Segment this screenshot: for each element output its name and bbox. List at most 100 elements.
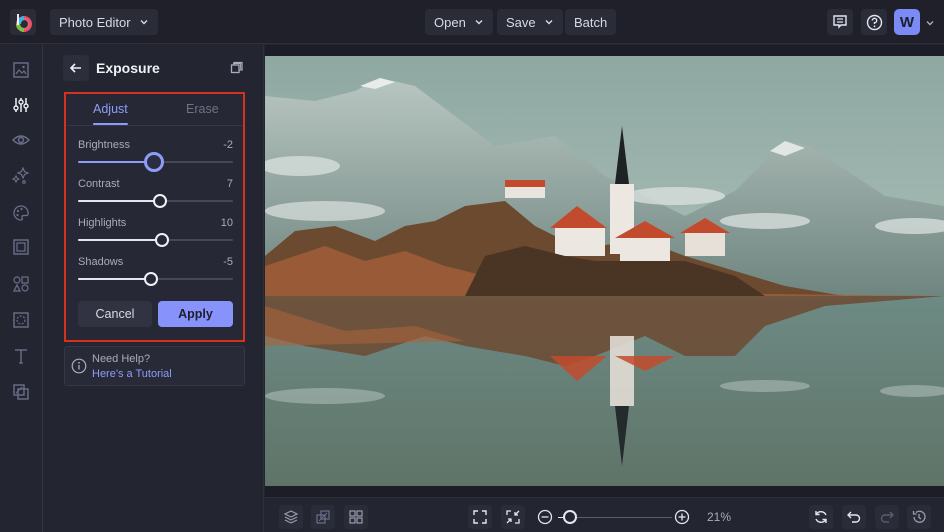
- arrow-left-icon: [69, 63, 81, 73]
- nav-text[interactable]: [10, 345, 32, 367]
- reset-button[interactable]: [809, 505, 833, 529]
- palette-icon: [13, 205, 29, 221]
- open-button[interactable]: Open: [425, 9, 493, 35]
- tutorial-link[interactable]: Here's a Tutorial: [92, 368, 172, 380]
- sliders-icon: [13, 98, 29, 112]
- nav-textures[interactable]: [10, 309, 32, 331]
- highlights-track[interactable]: [78, 233, 233, 247]
- church-wing: [620, 236, 670, 261]
- save-label: Save: [506, 14, 536, 30]
- actual-size-button[interactable]: [501, 505, 525, 529]
- shapes-icon: [13, 276, 29, 292]
- shadows-value: -5: [223, 256, 233, 268]
- nav-artsy[interactable]: [10, 202, 32, 224]
- cloud: [625, 187, 725, 205]
- duplicate-icon[interactable]: [230, 60, 244, 74]
- undo-icon: [847, 511, 861, 523]
- cloud: [265, 201, 385, 221]
- sparkle-icon: [12, 167, 30, 184]
- nav-touch-up[interactable]: [10, 165, 32, 187]
- zoom-value: 21%: [707, 510, 732, 524]
- feedback-button[interactable]: [827, 9, 853, 35]
- refresh-icon: [815, 511, 827, 523]
- nav-image[interactable]: [10, 59, 32, 81]
- nav-frames[interactable]: [10, 236, 32, 258]
- contrast-label: Contrast: [78, 178, 120, 190]
- help-box: Need Help? Here's a Tutorial: [64, 346, 245, 386]
- chevron-down-icon: [140, 20, 148, 25]
- help-button[interactable]: [861, 9, 887, 35]
- shadows-thumb[interactable]: [143, 272, 158, 286]
- compare-icon: [316, 510, 330, 524]
- highlights-label: Highlights: [78, 217, 127, 229]
- back-button[interactable]: [63, 55, 89, 81]
- frame-icon: [13, 239, 29, 255]
- zoom-slider-thumb[interactable]: [563, 510, 577, 524]
- brightness-value: -2: [223, 139, 233, 151]
- castle-roof: [505, 180, 545, 187]
- nav-graphics[interactable]: [10, 273, 32, 295]
- info-icon: [71, 358, 87, 374]
- redo-icon: [880, 511, 894, 523]
- redo-button[interactable]: [875, 505, 899, 529]
- active-tab-indicator: [93, 123, 128, 125]
- user-avatar[interactable]: W: [894, 9, 920, 35]
- logo-icon: [16, 14, 32, 32]
- zoom-in-icon: [674, 509, 690, 525]
- contrast-value: 7: [226, 178, 233, 190]
- nav-edit[interactable]: [10, 94, 32, 116]
- shrink-icon: [506, 510, 520, 524]
- zoom-out-button[interactable]: [533, 505, 557, 529]
- expand-icon: [473, 510, 487, 524]
- cloud: [720, 213, 810, 229]
- grid-button[interactable]: [344, 505, 368, 529]
- compare-button[interactable]: [311, 505, 335, 529]
- contrast-thumb[interactable]: [153, 194, 168, 208]
- history-button[interactable]: [907, 505, 931, 529]
- history-icon: [912, 510, 926, 523]
- app-menu-button[interactable]: Photo Editor: [50, 9, 158, 35]
- brightness-fill: [78, 161, 154, 163]
- apply-button[interactable]: Apply: [158, 301, 233, 327]
- brightness-track[interactable]: [78, 152, 233, 172]
- highlights-fill: [78, 239, 162, 241]
- chat-icon: [833, 15, 847, 29]
- texture-icon: [13, 312, 29, 328]
- contrast-track[interactable]: [78, 194, 233, 208]
- chevron-down-icon[interactable]: [925, 18, 935, 28]
- tab-erase[interactable]: Erase: [186, 102, 219, 116]
- batch-label: Batch: [574, 14, 608, 30]
- shadows-track[interactable]: [78, 272, 233, 286]
- bottom-toolbar: 21%: [265, 497, 944, 532]
- chevron-down-icon: [545, 20, 553, 25]
- image-icon: [13, 62, 29, 78]
- tab-adjust[interactable]: Adjust: [93, 102, 128, 116]
- save-button[interactable]: Save: [497, 9, 563, 35]
- top-bar: Photo Editor Open Save Batch W: [0, 0, 944, 44]
- app-logo[interactable]: [10, 9, 36, 35]
- zoom-in-button[interactable]: [670, 505, 694, 529]
- layers-button[interactable]: [279, 505, 303, 529]
- shadows-label: Shadows: [78, 256, 124, 268]
- help-title: Need Help?: [92, 353, 151, 365]
- photo-canvas[interactable]: [265, 56, 944, 486]
- question-icon: [866, 14, 882, 30]
- shadows-fill: [78, 278, 151, 280]
- highlights-thumb[interactable]: [154, 233, 169, 247]
- layers-icon: [283, 510, 299, 524]
- brightness-thumb[interactable]: [143, 152, 164, 172]
- nav-effects[interactable]: [10, 129, 32, 151]
- eye-icon: [12, 135, 30, 145]
- nav-overlays[interactable]: [10, 381, 32, 403]
- avatar-initial: W: [899, 13, 915, 31]
- reflection-tower: [610, 336, 634, 406]
- fit-screen-button[interactable]: [468, 505, 492, 529]
- batch-button[interactable]: Batch: [565, 9, 617, 35]
- grid-icon: [349, 510, 363, 524]
- cancel-button[interactable]: Cancel: [78, 301, 152, 327]
- house: [685, 231, 725, 256]
- chevron-down-icon: [475, 20, 483, 25]
- undo-button[interactable]: [842, 505, 866, 529]
- canvas-area: [265, 45, 944, 497]
- zoom-slider-track[interactable]: [570, 517, 672, 518]
